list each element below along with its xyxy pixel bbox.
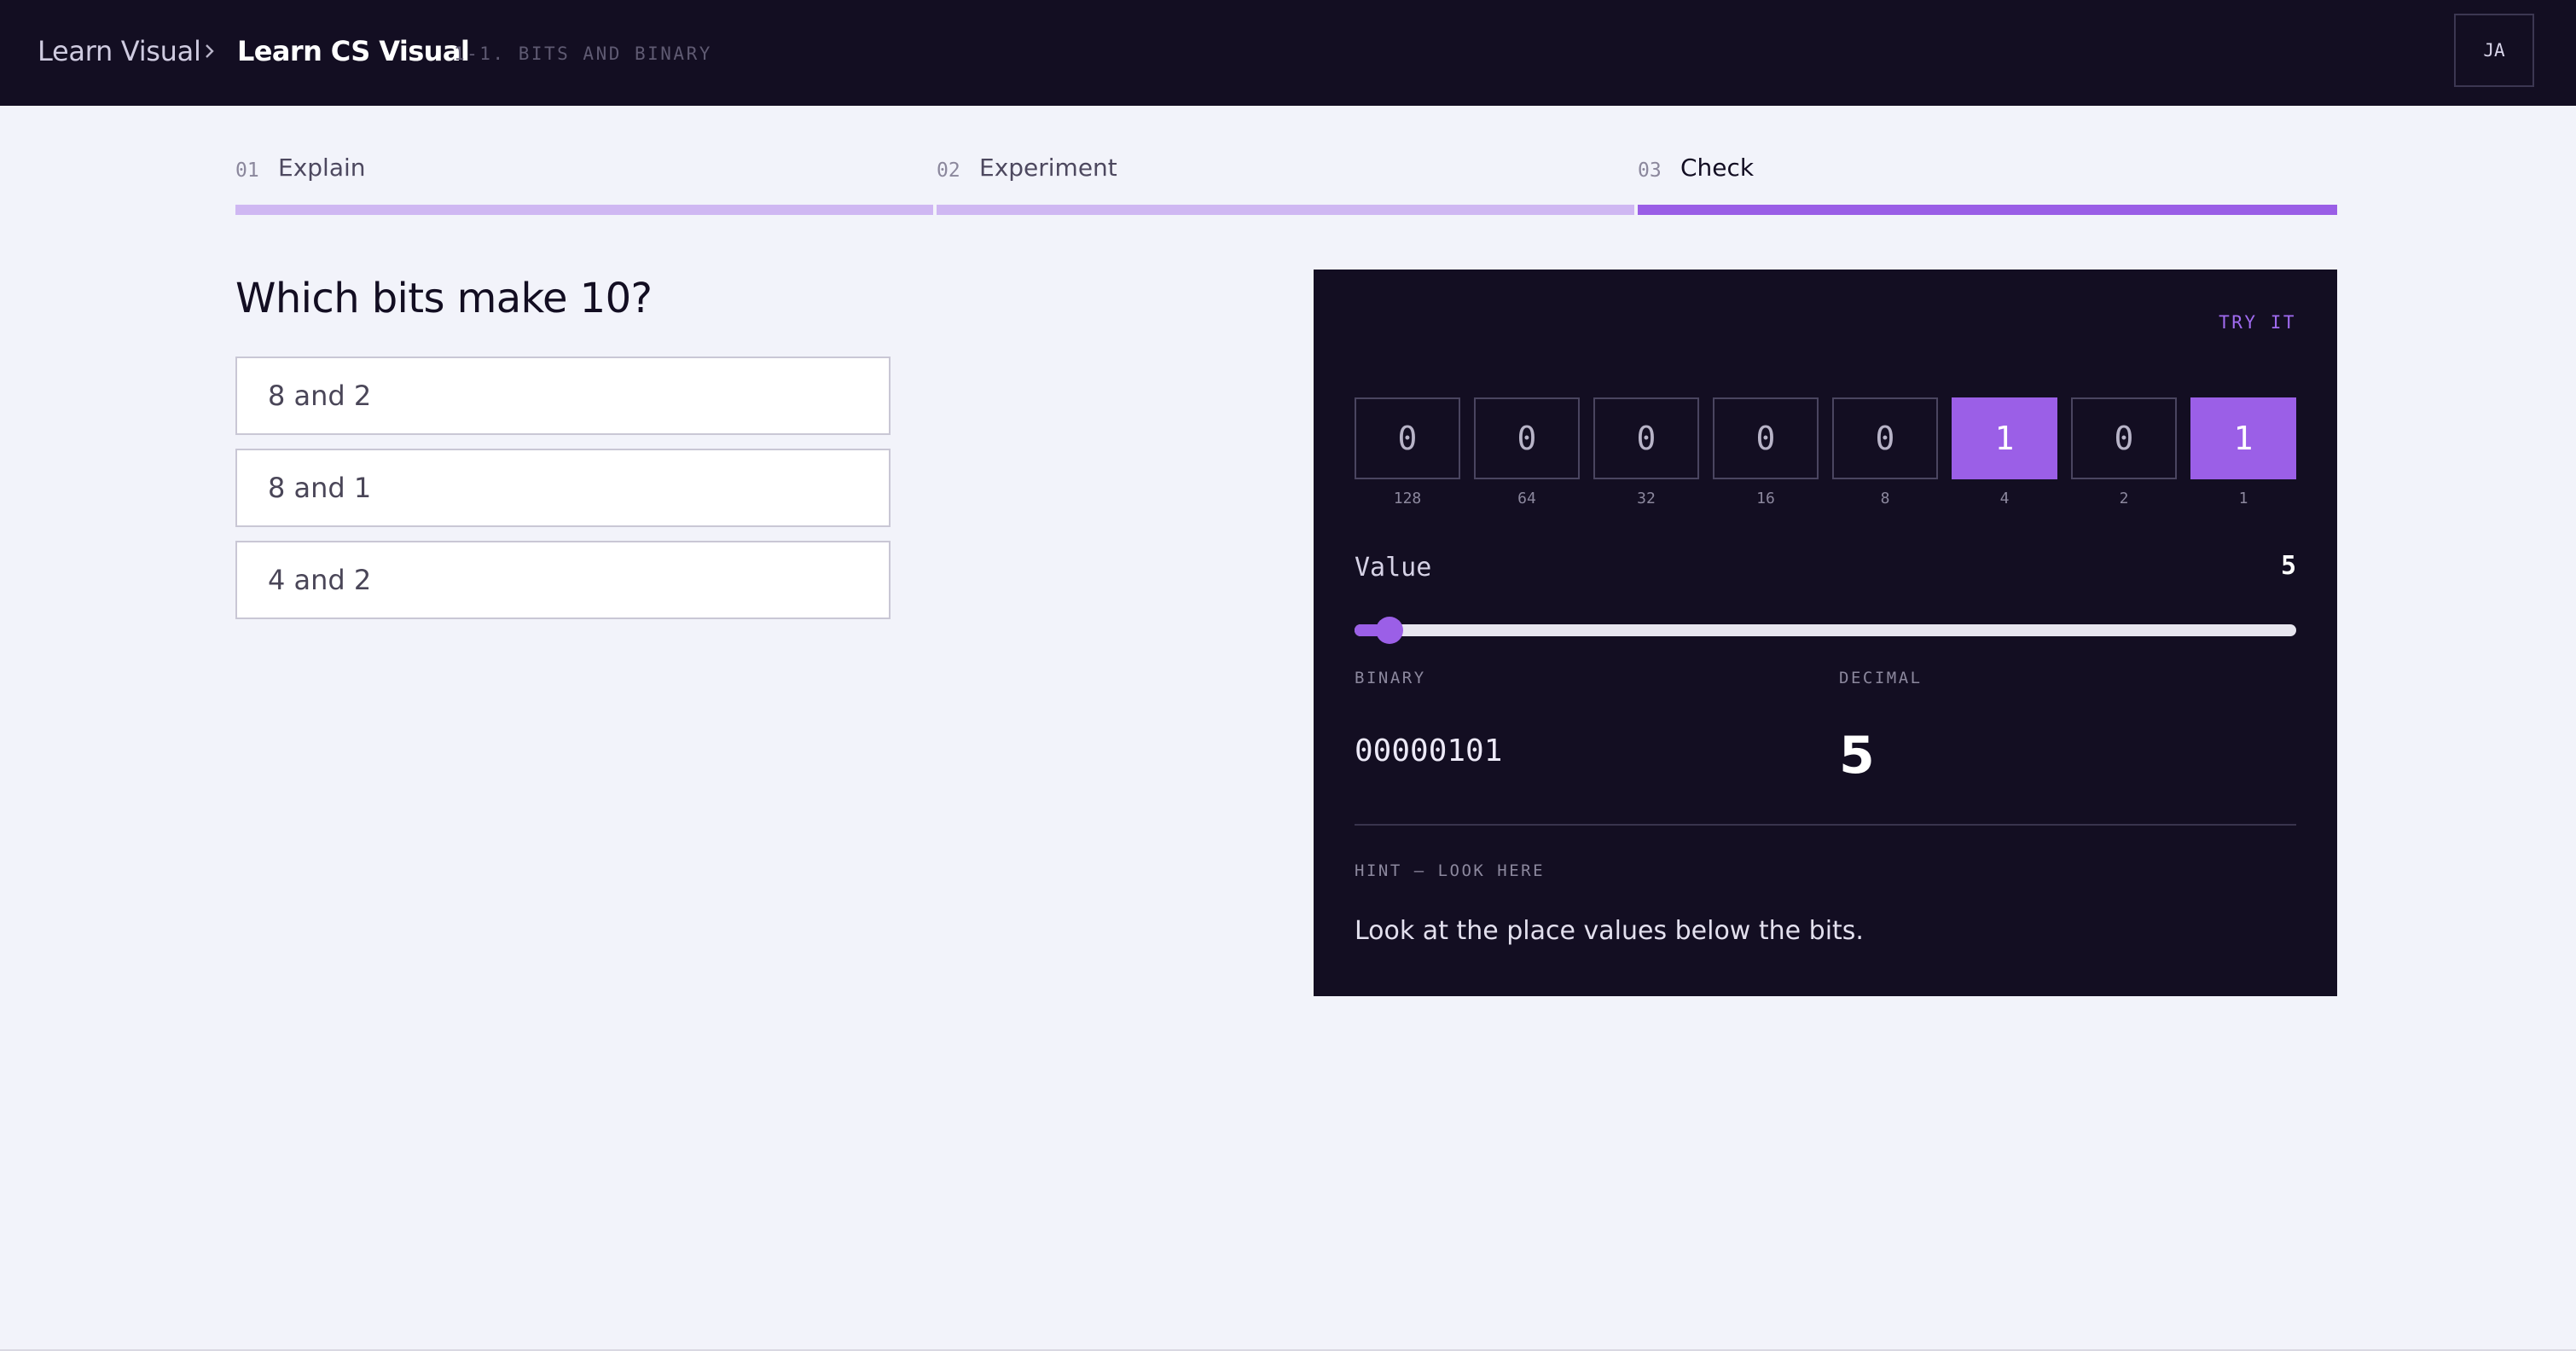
bit-toggle-16[interactable]: 0	[1713, 397, 1819, 479]
divider	[1355, 824, 2296, 826]
binary-value: 00000101	[1355, 733, 1503, 768]
chevron-right-icon	[206, 44, 214, 58]
place-value-label: 2	[2119, 490, 2129, 507]
step-progress-bar	[1638, 205, 2337, 215]
place-value-label: 16	[1756, 490, 1775, 507]
tab-check[interactable]: 03 Check	[1638, 152, 2337, 217]
step-number: 01	[235, 159, 259, 182]
course-title[interactable]: Learn CS Visual	[237, 34, 470, 68]
slider-thumb[interactable]	[1375, 617, 1403, 644]
hint-label: HINT — LOOK HERE	[1355, 861, 1546, 880]
bit-toggle-128[interactable]: 0	[1355, 397, 1460, 479]
hint-text: Look at the place values below the bits.	[1355, 916, 1864, 946]
bit-toggle-1[interactable]: 1	[2190, 397, 2296, 479]
tab-explain[interactable]: 01 Explain	[235, 152, 933, 217]
quiz-question: Which bits make 10?	[235, 275, 653, 322]
tab-experiment[interactable]: 02 Experiment	[937, 152, 1634, 217]
value-slider[interactable]	[1355, 617, 2296, 644]
place-value-label: 8	[1880, 490, 1890, 507]
place-value-label: 128	[1393, 490, 1422, 507]
top-bar: Learn Visual Learn CS Visual 1-1. BITS A…	[0, 0, 2576, 106]
step-progress-bar	[235, 205, 933, 215]
step-progress-bar	[937, 205, 1634, 215]
step-label: Check	[1680, 154, 1755, 182]
binary-label: BINARY	[1355, 669, 1426, 687]
place-value-label: 1	[2238, 490, 2248, 507]
place-value-label: 64	[1517, 490, 1536, 507]
bit-toggle-8[interactable]: 0	[1832, 397, 1938, 479]
lesson-label: 1-1. BITS AND BINARY	[454, 43, 712, 64]
step-label: Experiment	[979, 154, 1117, 182]
value-readout: 5	[2280, 551, 2296, 581]
user-avatar[interactable]: JA	[2454, 14, 2534, 87]
quiz-option[interactable]: 4 and 2	[235, 541, 891, 619]
bit-toggle-64[interactable]: 0	[1474, 397, 1580, 479]
quiz-option[interactable]: 8 and 2	[235, 357, 891, 435]
decimal-value: 5	[1839, 726, 1875, 786]
place-value-label: 32	[1637, 490, 1656, 507]
bit-toggle-32[interactable]: 0	[1593, 397, 1699, 479]
bit-toggle-2[interactable]: 0	[2071, 397, 2177, 479]
decimal-label: DECIMAL	[1839, 669, 1923, 687]
binary-playground-panel: TRY IT 0 0 0 0 0 1 0 1 128 64 32 16 8 4 …	[1314, 270, 2337, 996]
place-value-label: 4	[1999, 490, 2010, 507]
step-number: 03	[1638, 159, 1662, 182]
try-it-label: TRY IT	[2219, 312, 2296, 333]
breadcrumb-root-link[interactable]: Learn Visual	[38, 34, 201, 68]
bit-toggle-4[interactable]: 1	[1952, 397, 2057, 479]
step-label: Explain	[278, 154, 366, 182]
quiz-option[interactable]: 8 and 1	[235, 449, 891, 527]
step-number: 02	[937, 159, 960, 182]
value-label: Value	[1355, 553, 1432, 583]
